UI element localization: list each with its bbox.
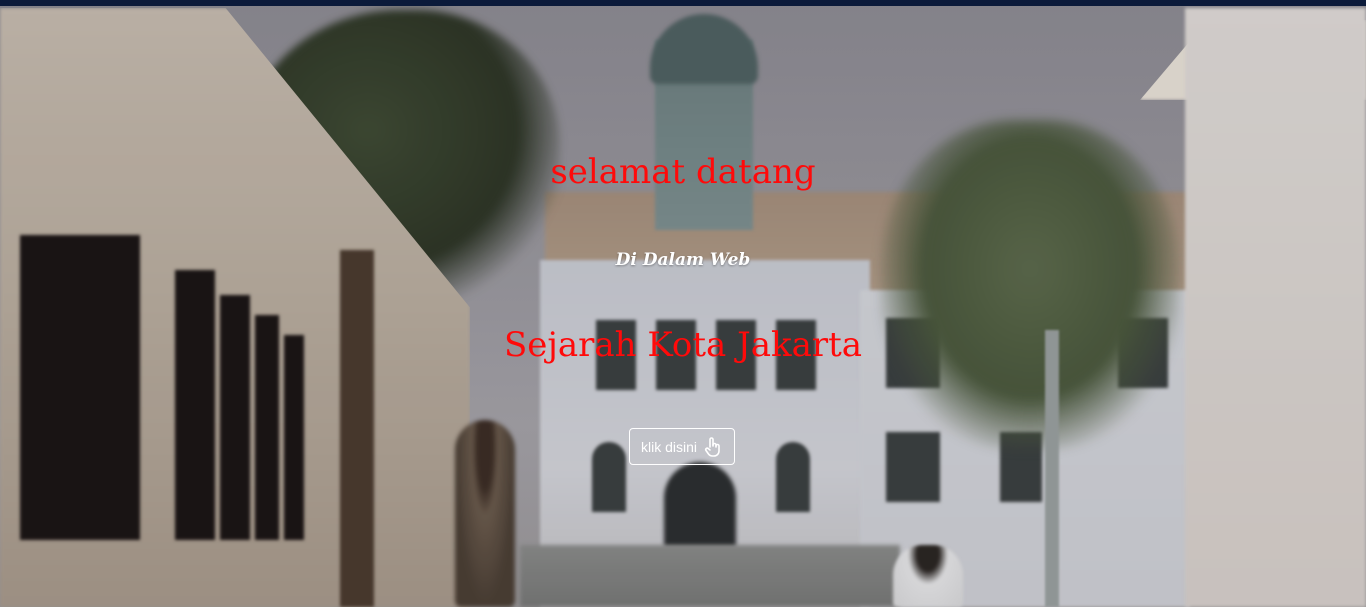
- click-here-button[interactable]: klik disini: [629, 428, 735, 465]
- click-here-label: klik disini: [640, 438, 697, 455]
- hero-title-welcome: selamat datang: [550, 152, 816, 192]
- pointer-hand-icon: [703, 436, 723, 458]
- hero-section: selamat datang Di Dalam Web Sejarah Kota…: [0, 0, 1366, 607]
- hero-title-site-name: Sejarah Kota Jakarta: [503, 325, 863, 365]
- hero-content: selamat datang Di Dalam Web Sejarah Kota…: [0, 0, 1366, 607]
- hero-subtitle: Di Dalam Web: [615, 250, 751, 270]
